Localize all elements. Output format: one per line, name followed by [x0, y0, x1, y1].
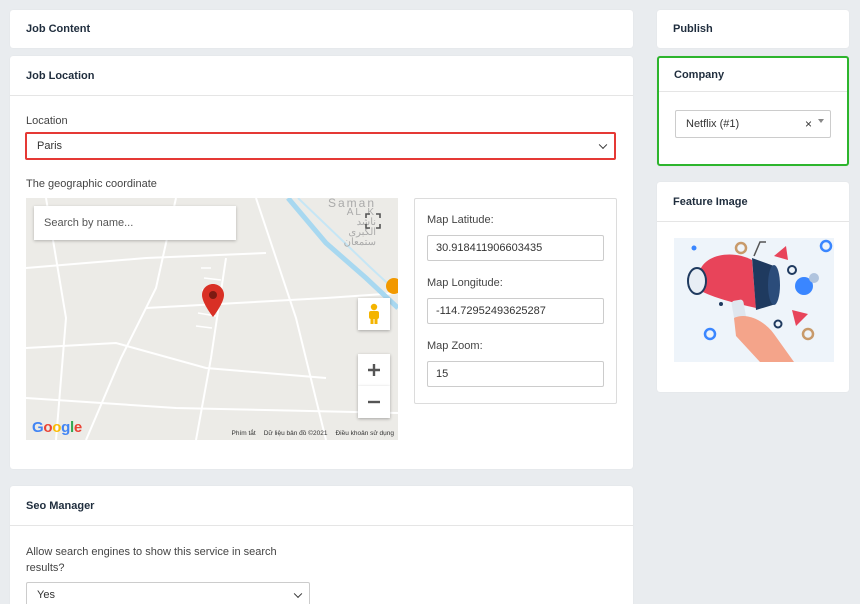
map-footer: Phím tắt Dữ liệu bản đồ ©2021 Điều khoản…	[232, 430, 395, 437]
longitude-label: Map Longitude:	[427, 277, 503, 289]
caret-down-icon	[818, 119, 824, 123]
feature-image[interactable]	[674, 238, 834, 362]
feature-image-title: Feature Image	[657, 182, 849, 222]
coordinates-box: Map Latitude: 30.918411906603435 Map Lon…	[414, 198, 617, 404]
chevron-down-icon	[293, 589, 303, 599]
feature-image-panel: Feature Image	[657, 182, 849, 392]
latitude-input[interactable]: 30.918411906603435	[427, 235, 604, 261]
job-location-title: Job Location	[10, 56, 633, 96]
map-data-text: Dữ liệu bản đồ ©2021	[263, 430, 328, 437]
job-content-panel: Job Content	[10, 10, 633, 48]
pegman-button[interactable]	[358, 298, 390, 330]
company-select[interactable]: Netflix (#1) ×	[675, 110, 831, 138]
latitude-label: Map Latitude:	[427, 214, 494, 226]
publish-panel: Publish	[657, 10, 849, 48]
location-select-value: Paris	[37, 140, 63, 152]
job-content-title[interactable]: Job Content	[10, 10, 633, 48]
google-logo: Google	[32, 419, 82, 436]
company-select-value: Netflix (#1)	[686, 118, 740, 130]
map-search-input[interactable]: Search by name...	[34, 206, 236, 240]
allow-search-value: Yes	[37, 589, 55, 601]
map[interactable]: Saman AL K ناشد الكبرى ستمعان Search by …	[26, 198, 398, 440]
geo-coordinate-label: The geographic coordinate	[26, 178, 157, 190]
company-title: Company	[659, 58, 847, 92]
clear-icon[interactable]: ×	[805, 117, 812, 131]
zoom-in-button[interactable]	[358, 354, 390, 386]
location-select[interactable]: Paris	[25, 132, 616, 160]
zoom-out-button[interactable]	[358, 386, 390, 418]
map-marker-icon[interactable]	[202, 284, 224, 318]
longitude-input[interactable]: -114.72952493625287	[427, 298, 604, 324]
publish-title[interactable]: Publish	[657, 10, 849, 48]
pegman-icon	[369, 303, 379, 324]
megaphone-illustration	[687, 239, 833, 362]
fullscreen-icon[interactable]	[364, 212, 382, 230]
zoom-input[interactable]: 15	[427, 361, 604, 387]
location-label: Location	[26, 115, 68, 127]
company-panel: Company Netflix (#1) ×	[657, 56, 849, 166]
zoom-label: Map Zoom:	[427, 340, 483, 352]
allow-search-label: Allow search engines to show this servic…	[26, 546, 277, 574]
minus-icon	[368, 400, 380, 404]
chevron-down-icon	[598, 140, 608, 150]
plus-icon	[368, 364, 380, 376]
map-shortcuts-link[interactable]: Phím tắt	[232, 430, 256, 437]
allow-search-select[interactable]: Yes	[26, 582, 310, 604]
map-terms-link[interactable]: Điều khoản sử dụng	[335, 430, 394, 437]
seo-manager-title: Seo Manager	[10, 486, 633, 526]
